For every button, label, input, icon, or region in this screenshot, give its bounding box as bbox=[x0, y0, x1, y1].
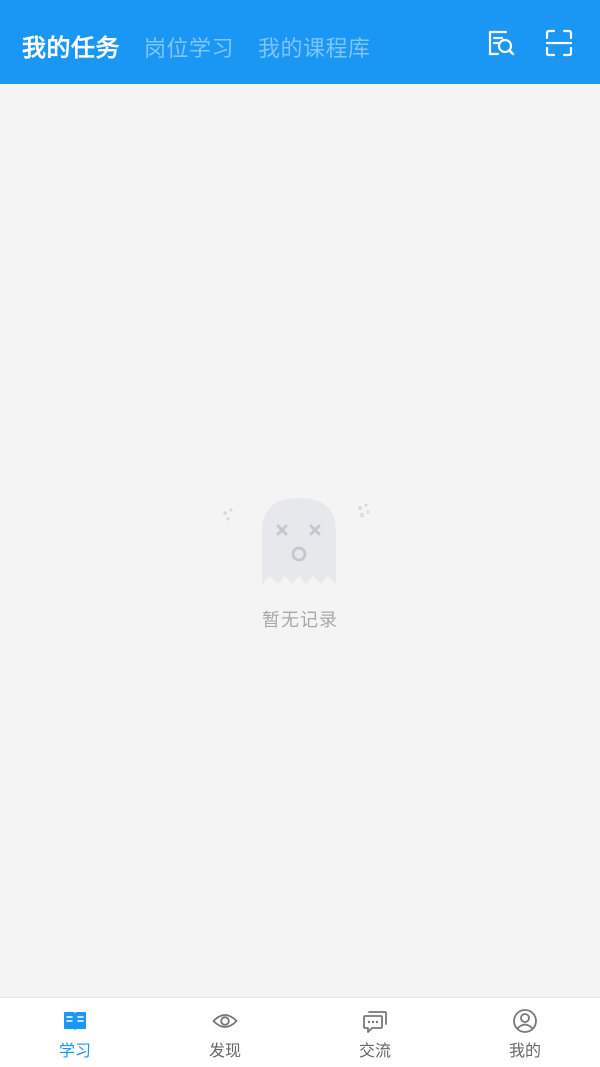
tab-my-tasks[interactable]: 我的任务 bbox=[22, 28, 120, 63]
search-document-icon[interactable] bbox=[486, 28, 516, 58]
empty-state: 暂无记录 bbox=[0, 494, 600, 632]
tabbar-label: 交流 bbox=[358, 1041, 391, 1060]
empty-text: 暂无记录 bbox=[262, 610, 338, 631]
eye-icon bbox=[212, 1014, 238, 1028]
tabbar-item-discover[interactable]: 发现 bbox=[150, 998, 300, 1067]
tab-position-learning[interactable]: 岗位学习 bbox=[144, 31, 234, 63]
header-tabs: 我的任务 岗位学习 我的课程库 bbox=[22, 28, 395, 63]
task-list-area: 暂无记录 bbox=[0, 84, 600, 997]
tabbar-label: 学习 bbox=[58, 1041, 91, 1060]
tab-my-course-library[interactable]: 我的课程库 bbox=[258, 31, 371, 63]
scan-icon[interactable] bbox=[544, 28, 574, 58]
header-actions bbox=[486, 28, 574, 58]
ghost-icon bbox=[223, 498, 370, 584]
empty-illustration bbox=[210, 494, 390, 594]
tabbar-item-me[interactable]: 我的 bbox=[450, 998, 600, 1067]
tabbar-label: 发现 bbox=[208, 1041, 241, 1060]
app-header: 我的任务 岗位学习 我的课程库 bbox=[0, 0, 600, 84]
chat-icon bbox=[363, 1011, 387, 1033]
user-icon bbox=[513, 1009, 537, 1033]
book-icon bbox=[64, 1012, 86, 1031]
bottom-tab-bar: 学习 发现 交流 我的 bbox=[0, 997, 600, 1067]
tabbar-item-communicate[interactable]: 交流 bbox=[300, 998, 450, 1067]
tabbar-label: 我的 bbox=[508, 1041, 541, 1060]
tabbar-item-study[interactable]: 学习 bbox=[0, 998, 150, 1067]
